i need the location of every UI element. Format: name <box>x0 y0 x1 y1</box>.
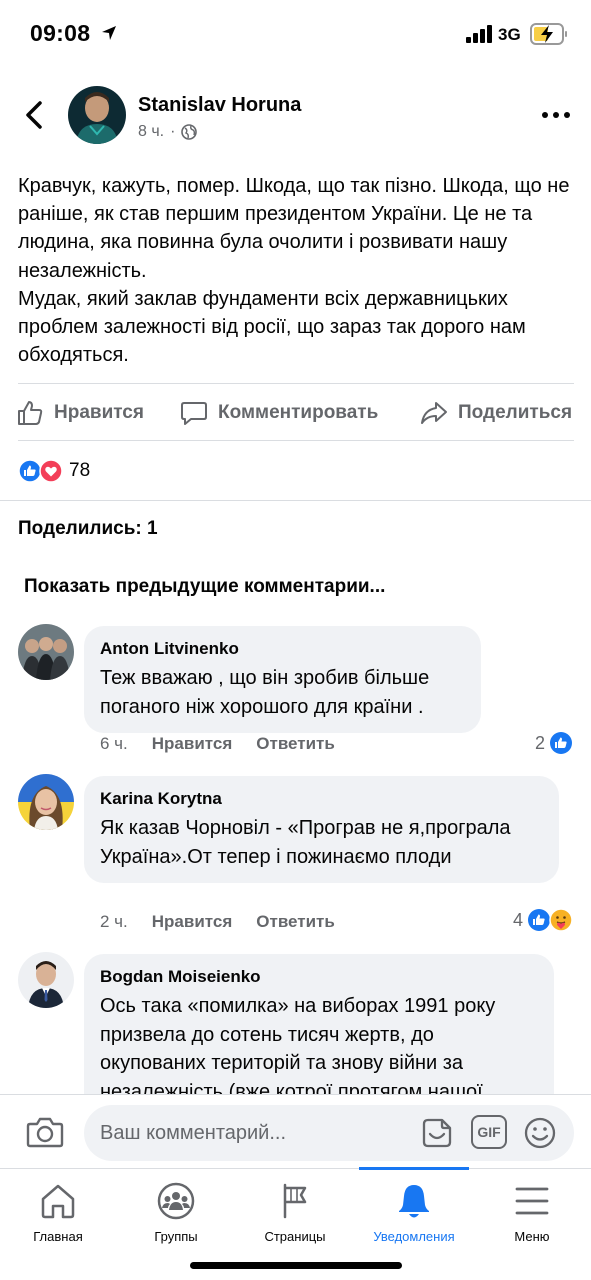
post-paragraph: Кравчук, кажуть, помер. Шкода, що так пі… <box>18 175 570 282</box>
divider <box>18 383 574 384</box>
like-label: Нравится <box>54 402 144 423</box>
flag-icon <box>283 1183 307 1219</box>
comment-time: 2 ч. <box>100 912 128 931</box>
previous-comments-link[interactable]: Показать предыдущие комментарии... <box>24 576 385 598</box>
tab-label: Уведомления <box>373 1229 455 1244</box>
post-meta: 8 ч. · <box>138 123 198 141</box>
tab-label: Страницы <box>264 1229 326 1244</box>
reactions-summary[interactable]: 78 <box>18 458 90 484</box>
care-reaction-icon <box>549 908 573 932</box>
commenter-name[interactable]: Anton Litvinenko <box>100 638 465 660</box>
tab-label: Меню <box>514 1229 550 1244</box>
like-button[interactable]: Нравится <box>16 386 144 440</box>
status-time: 09:08 <box>30 20 91 46</box>
sticker-icon[interactable] <box>420 1116 454 1150</box>
menu-icon <box>515 1187 549 1215</box>
post-header: Stanislav Horuna 8 ч. · <box>0 80 591 150</box>
comment-meta: 2 ч. Нравится Ответить <box>100 912 335 932</box>
comment-composer: GIF <box>0 1094 591 1170</box>
comment-text: Як казав Чорновіл - «Програв не я,програ… <box>100 817 511 868</box>
comment-reactions[interactable]: 2 <box>535 731 573 755</box>
tab-menu[interactable]: Меню <box>477 1181 587 1244</box>
reaction-count: 78 <box>69 460 91 481</box>
tab-groups[interactable]: Группы <box>121 1181 231 1244</box>
globe-icon <box>181 124 198 140</box>
author-name[interactable]: Stanislav Horuna <box>138 94 301 117</box>
tab-notifications[interactable]: Уведомления <box>359 1181 469 1244</box>
bell-icon <box>399 1185 429 1218</box>
comment-reactions[interactable]: 4 <box>513 908 573 932</box>
love-reaction-icon <box>39 459 63 483</box>
like-reaction-icon <box>528 909 550 931</box>
tab-label: Группы <box>154 1229 198 1244</box>
comment-icon <box>181 402 207 425</box>
divider <box>0 500 591 501</box>
tab-label: Главная <box>33 1229 83 1244</box>
active-tab-indicator <box>359 1167 469 1170</box>
groups-icon <box>157 1182 195 1220</box>
share-icon <box>421 402 447 424</box>
divider <box>18 440 574 441</box>
status-bar: 09:08 3G <box>0 0 591 70</box>
signal-bars-icon <box>466 25 492 43</box>
comment-text: Теж вважаю , що він зробив більше погано… <box>100 667 430 718</box>
comment-bubble: Karina Korytna Як казав Чорновіл - «Прог… <box>84 776 559 883</box>
commenter-name[interactable]: Karina Korytna <box>100 788 543 810</box>
comment-bubble: Anton Litvinenko Теж вважаю , що він зро… <box>84 626 481 733</box>
comment-reply-button[interactable]: Ответить <box>256 912 335 932</box>
comment-label: Комментировать <box>218 402 379 423</box>
more-options-icon[interactable] <box>541 110 571 120</box>
commenter-name[interactable]: Bogdan Moiseienko <box>100 966 538 988</box>
comment-time: 6 ч. <box>100 734 128 753</box>
author-avatar[interactable] <box>68 86 126 144</box>
share-button[interactable]: Поделиться <box>420 386 572 440</box>
like-reaction-icon <box>550 732 572 754</box>
gif-button[interactable]: GIF <box>471 1115 507 1149</box>
tab-home[interactable]: Главная <box>3 1181 113 1244</box>
location-arrow-icon <box>102 26 116 40</box>
shares-count[interactable]: Поделились: 1 <box>18 518 158 540</box>
meta-separator: · <box>170 123 176 140</box>
commenter-avatar[interactable] <box>18 624 74 680</box>
camera-icon[interactable] <box>26 1115 64 1149</box>
home-indicator <box>190 1262 402 1269</box>
post-text: Кравчук, кажуть, помер. Шкода, що так пі… <box>18 172 578 369</box>
comment-reply-button[interactable]: Ответить <box>256 734 335 754</box>
comment-like-button[interactable]: Нравится <box>152 912 233 932</box>
commenter-avatar[interactable] <box>18 952 74 1008</box>
emoji-icon[interactable] <box>523 1116 557 1150</box>
network-type: 3G <box>498 25 521 44</box>
home-icon <box>41 1184 75 1219</box>
post-actions: Нравится Комментировать Поделиться <box>0 386 591 440</box>
comment-like-button[interactable]: Нравится <box>152 734 233 754</box>
post-paragraph: Мудак, який заклав фундаменти всіх держа… <box>18 287 526 367</box>
commenter-avatar[interactable] <box>18 774 74 830</box>
tab-pages[interactable]: Страницы <box>240 1181 350 1244</box>
post-time[interactable]: 8 ч. <box>138 123 164 141</box>
comment-text: Ось така «помилка» на виборах 1991 року … <box>100 995 496 1103</box>
comment-button[interactable]: Комментировать <box>180 386 378 440</box>
back-button[interactable] <box>22 100 46 130</box>
comment-meta: 6 ч. Нравится Ответить <box>100 734 335 754</box>
comment-reaction-count: 4 <box>512 909 523 930</box>
battery-charging-icon <box>530 23 567 45</box>
thumbs-up-icon <box>18 401 43 425</box>
comment-reaction-count: 2 <box>534 732 545 753</box>
share-label: Поделиться <box>458 402 573 423</box>
